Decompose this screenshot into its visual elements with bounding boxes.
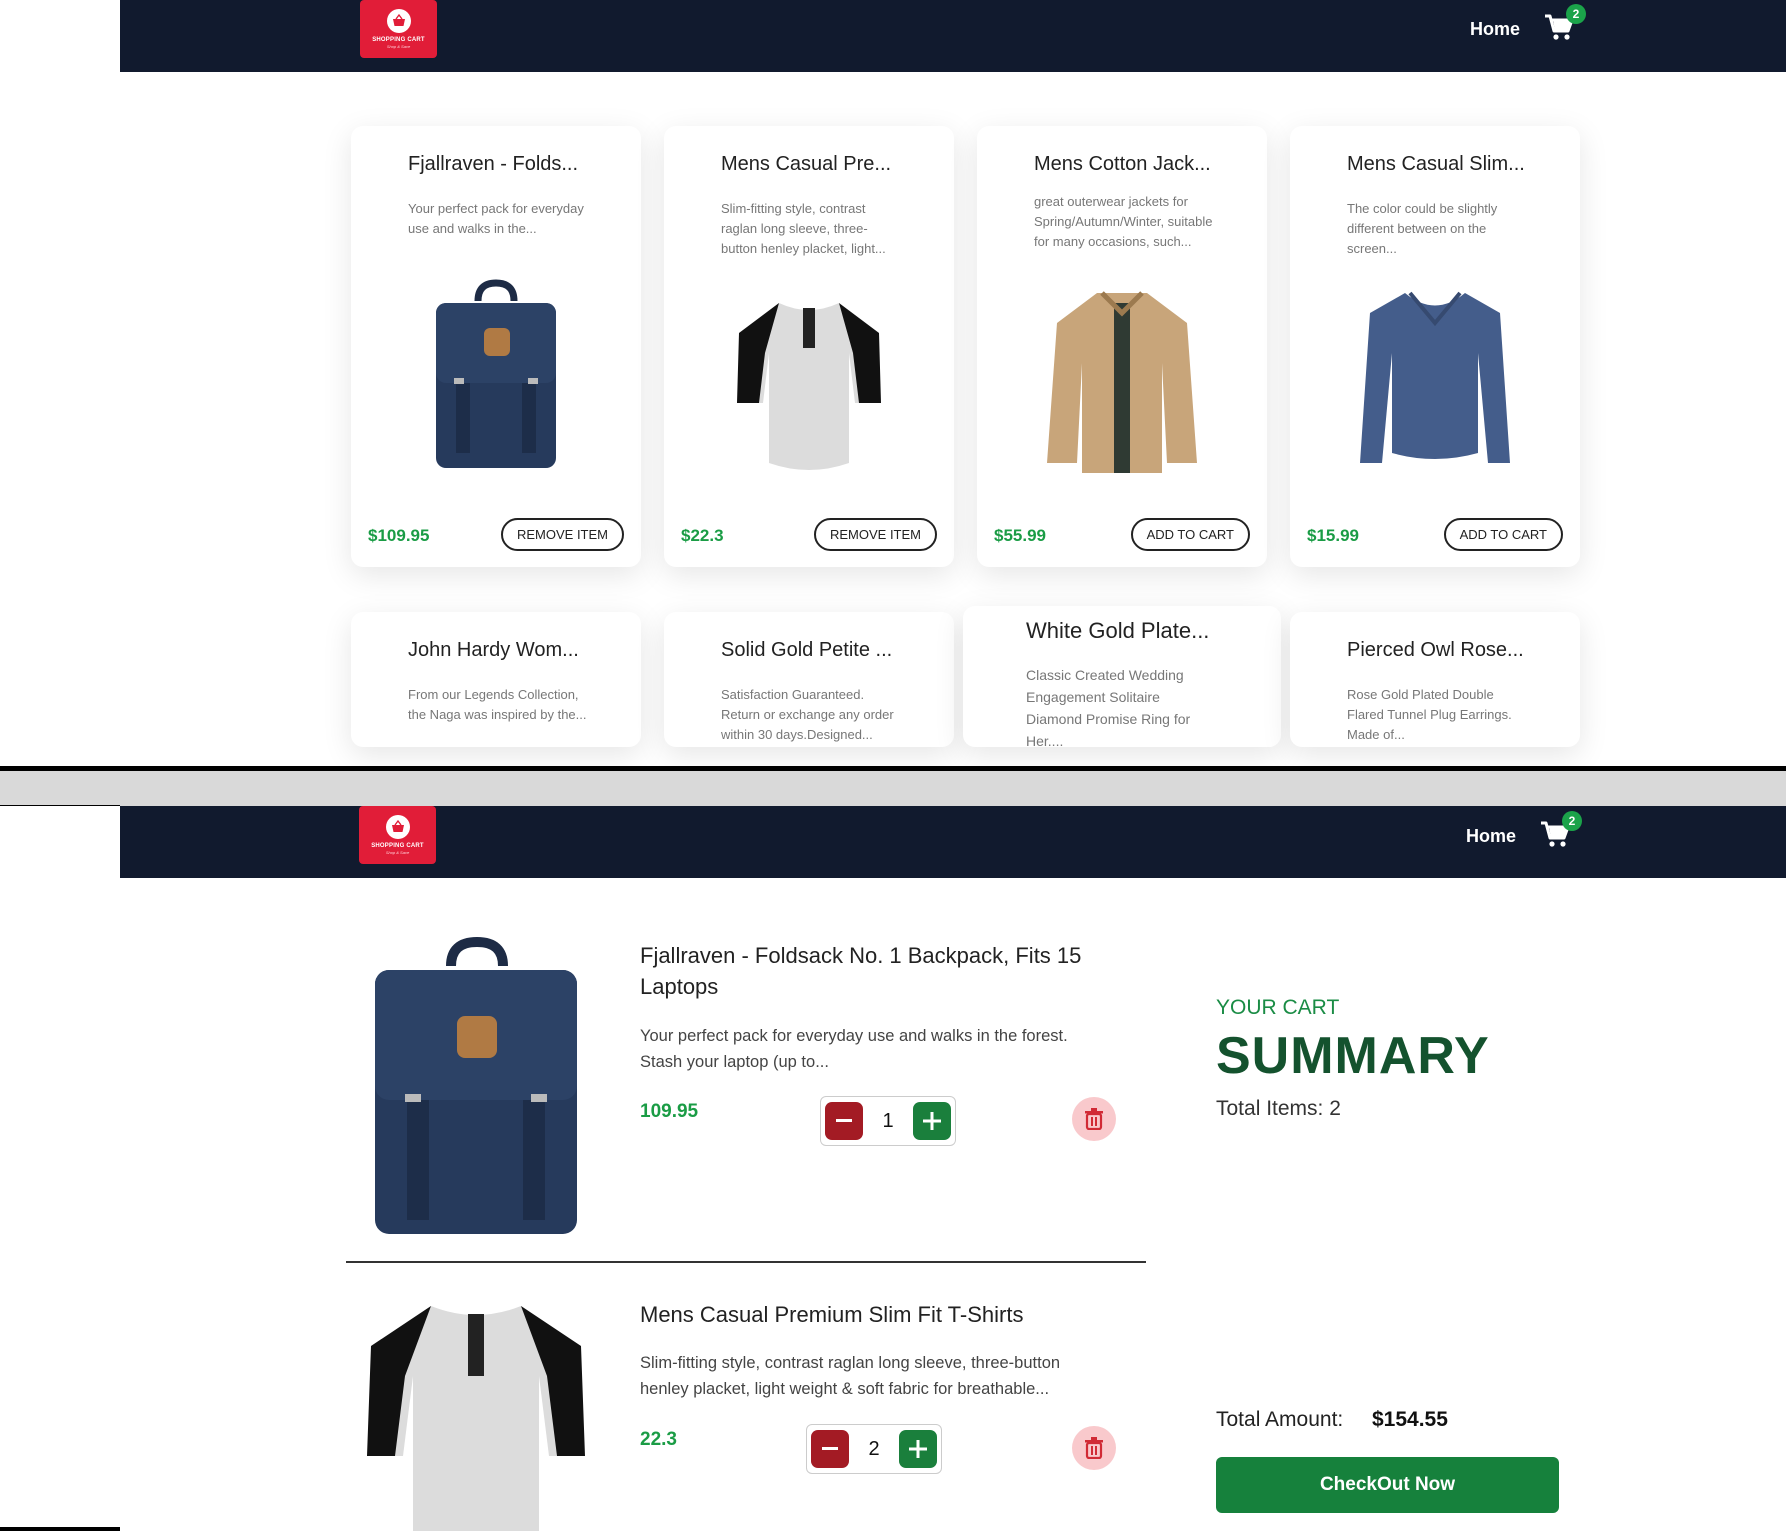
- cart-item-price: 22.3: [640, 1429, 677, 1450]
- product-description: Classic Created Wedding Engagement Solit…: [1026, 667, 1191, 749]
- add-to-cart-button[interactable]: ADD TO CART: [1443, 518, 1563, 551]
- product-card: Mens Casual Pre... Slim-fitting style, c…: [664, 126, 954, 567]
- quantity-stepper: 1: [820, 1096, 956, 1146]
- product-card: Mens Casual Slim... The color could be s…: [1290, 126, 1580, 567]
- product-title: Mens Casual Slim...: [1347, 153, 1525, 175]
- product-card: John Hardy Wom... From our Legends Colle…: [351, 612, 641, 747]
- delete-item-button[interactable]: [1072, 1426, 1116, 1470]
- product-description: Slim-fitting style, contrast raglan long…: [721, 201, 886, 256]
- minus-icon: [822, 1447, 838, 1450]
- product-price: $22.3: [681, 526, 724, 545]
- cart-item-description: Slim-fitting style, contrast raglan long…: [640, 1354, 1061, 1398]
- decrease-quantity-button[interactable]: [811, 1430, 849, 1468]
- product-description: great outerwear jackets for Spring/Autum…: [1034, 194, 1213, 249]
- products-screen: SHOPPING CART Shop & Save Home 2 Fjallra…: [0, 0, 1786, 766]
- cart-screen: SHOPPING CART Shop & Save Home 2 Fjallra…: [0, 806, 1786, 1531]
- product-title: John Hardy Wom...: [408, 639, 579, 661]
- summary-title: SUMMARY: [1216, 1027, 1490, 1085]
- summary-total-amount: $154.55: [1372, 1408, 1448, 1431]
- quantity-stepper: 2: [806, 1424, 942, 1474]
- product-title: Fjallraven - Folds...: [408, 153, 579, 175]
- jacket-icon: [1042, 273, 1202, 473]
- product-price: $15.99: [1307, 526, 1359, 545]
- cart-item-description: Your perfect pack for everyday use and w…: [640, 1027, 1068, 1071]
- backpack-icon: [361, 936, 591, 1236]
- cart-count-badge: 2: [1566, 4, 1586, 24]
- screenshot-separator: [0, 766, 1786, 806]
- add-to-cart-button[interactable]: ADD TO CART: [1130, 518, 1250, 551]
- product-card: Pierced Owl Rose... Rose Gold Plated Dou…: [1290, 612, 1580, 747]
- brand-logo[interactable]: SHOPPING CART Shop & Save: [359, 806, 436, 864]
- logo-subtitle: Shop & Save: [386, 44, 411, 49]
- product-title: Pierced Owl Rose...: [1347, 639, 1524, 661]
- sweater-icon: [1355, 273, 1515, 473]
- navbar: SHOPPING CART Shop & Save Home 2: [120, 0, 1786, 72]
- product-price: $109.95: [368, 526, 430, 545]
- tshirt-icon: [361, 1294, 591, 1531]
- separator-line: [0, 766, 1786, 771]
- increase-quantity-button[interactable]: [913, 1102, 951, 1140]
- remove-item-button[interactable]: REMOVE ITEM: [813, 518, 937, 551]
- cart-item-price: 109.95: [640, 1101, 699, 1122]
- nav-cart-button[interactable]: 2: [1544, 4, 1586, 44]
- cart-item-title: Mens Casual Premium Slim Fit T-Shirts: [640, 1302, 1024, 1327]
- product-title: Mens Casual Pre...: [721, 153, 892, 175]
- product-description: From our Legends Collection, the Naga wa…: [408, 687, 587, 722]
- nav-home-link[interactable]: Home: [1470, 19, 1520, 40]
- frame-edge: [0, 1527, 120, 1531]
- product-description: Satisfaction Guaranteed. Return or excha…: [721, 687, 894, 742]
- brand-logo[interactable]: SHOPPING CART Shop & Save: [360, 0, 437, 58]
- backpack-icon: [416, 273, 576, 473]
- product-price: $55.99: [994, 526, 1046, 545]
- plus-icon: [909, 1440, 927, 1458]
- product-title: White Gold Plate...: [1026, 618, 1210, 643]
- logo-text: SHOPPING CART: [372, 37, 425, 43]
- product-description: Your perfect pack for everyday use and w…: [408, 201, 584, 236]
- logo-subtitle: Shop & Save: [385, 850, 410, 855]
- tshirt-icon: [729, 273, 889, 473]
- nav-cart-button[interactable]: 2: [1540, 811, 1582, 851]
- item-divider: [346, 1261, 1146, 1263]
- plus-icon: [923, 1112, 941, 1130]
- cart-count-badge: 2: [1562, 811, 1582, 831]
- remove-item-button[interactable]: REMOVE ITEM: [500, 518, 624, 551]
- summary-total-items: Total Items: 2: [1216, 1097, 1341, 1120]
- checkout-button[interactable]: CheckOut Now: [1216, 1457, 1559, 1513]
- product-title: Mens Cotton Jack...: [1034, 153, 1211, 175]
- increase-quantity-button[interactable]: [899, 1430, 937, 1468]
- quantity-value: 2: [868, 1437, 880, 1460]
- product-card: Mens Cotton Jack... great outerwear jack…: [977, 126, 1267, 567]
- minus-icon: [836, 1119, 852, 1122]
- summary-total-amount-label: Total Amount:: [1216, 1408, 1344, 1431]
- cart-item-title: Fjallraven - Foldsack No. 1 Backpack, Fi…: [640, 943, 1082, 999]
- basket-icon: [385, 815, 410, 839]
- product-card: Solid Gold Petite ... Satisfaction Guara…: [664, 612, 954, 747]
- delete-item-button[interactable]: [1072, 1097, 1116, 1141]
- basket-icon: [386, 9, 411, 33]
- product-card: White Gold Plate... Classic Created Wedd…: [963, 606, 1281, 749]
- logo-text: SHOPPING CART: [371, 843, 424, 849]
- quantity-value: 1: [882, 1109, 894, 1132]
- trash-icon: [1085, 1437, 1103, 1459]
- navbar: SHOPPING CART Shop & Save Home 2: [120, 806, 1786, 878]
- product-title: Solid Gold Petite ...: [721, 639, 893, 661]
- decrease-quantity-button[interactable]: [825, 1102, 863, 1140]
- product-card: Fjallraven - Folds... Your perfect pack …: [351, 126, 641, 567]
- trash-icon: [1085, 1108, 1103, 1130]
- product-description: Rose Gold Plated Double Flared Tunnel Pl…: [1347, 687, 1512, 742]
- product-description: The color could be slightly different be…: [1347, 201, 1498, 256]
- nav-home-link[interactable]: Home: [1466, 826, 1516, 847]
- summary-kicker: YOUR CART: [1216, 996, 1340, 1019]
